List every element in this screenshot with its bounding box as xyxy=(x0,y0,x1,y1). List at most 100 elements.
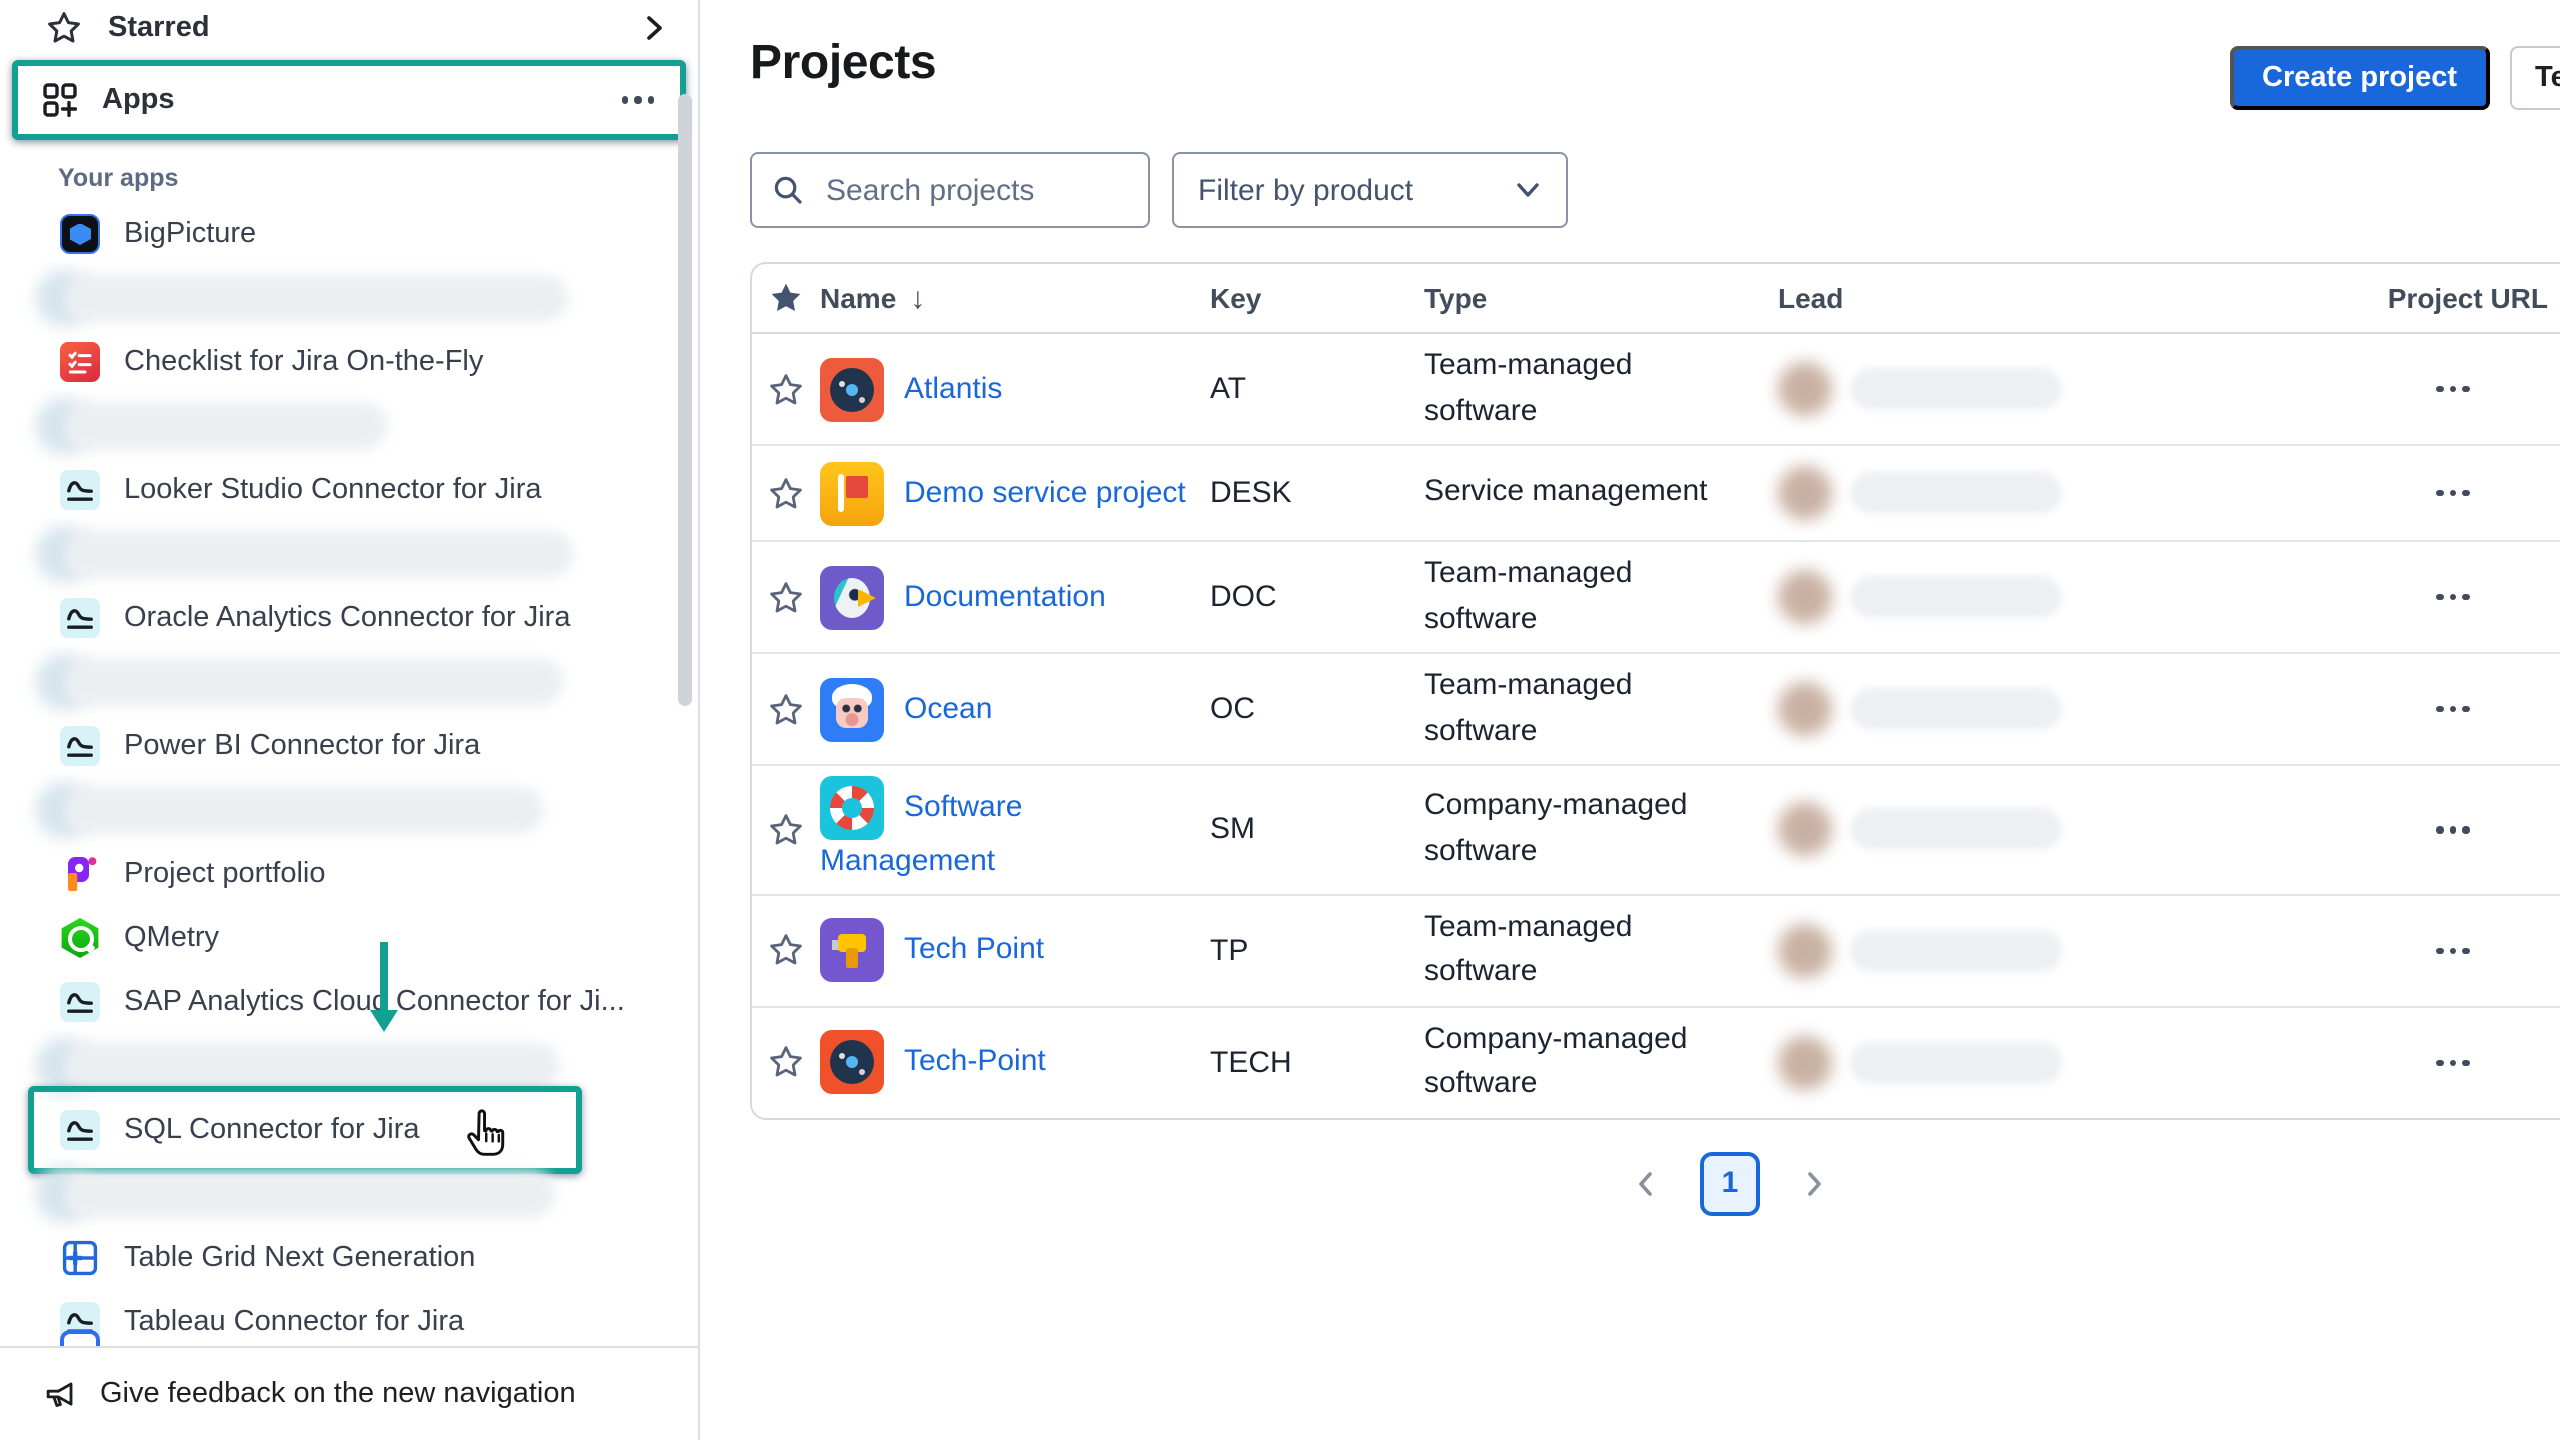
sidebar-item-apps[interactable]: Apps xyxy=(12,60,686,140)
redacted-lead xyxy=(1778,924,2302,978)
project-link[interactable]: Tech Point xyxy=(904,932,1044,966)
star-toggle-icon[interactable] xyxy=(752,475,820,511)
table-row: Tech-Point TECH Company-managed software xyxy=(752,1008,2560,1118)
filter-by-product-select[interactable]: Filter by product xyxy=(1172,152,1568,228)
table-row: Ocean OC Team-managed software xyxy=(752,654,2560,766)
star-toggle-icon[interactable] xyxy=(752,933,820,969)
feedback-footer[interactable]: Give feedback on the new navigation xyxy=(0,1346,698,1440)
column-header-key[interactable]: Key xyxy=(1210,282,1424,314)
project-type: Team-managed software xyxy=(1424,552,1778,642)
sidebar-item-table-grid[interactable]: Table Grid Next Generation xyxy=(0,1226,698,1290)
sidebar-item-powerbi-connector[interactable]: Power BI Connector for Jira xyxy=(0,714,698,778)
star-toggle-icon[interactable] xyxy=(752,812,820,848)
app-label: Project portfolio xyxy=(124,858,326,890)
table-row: Software Management SM Company-managed s… xyxy=(752,766,2560,896)
project-link[interactable]: Documentation xyxy=(904,579,1106,613)
redacted-row xyxy=(0,394,698,458)
feedback-label: Give feedback on the new navigation xyxy=(100,1378,576,1410)
redacted-row xyxy=(0,1162,698,1226)
sidebar-item-sap-connector[interactable]: SAP Analytics Cloud Connector for Ji... xyxy=(0,970,698,1034)
redacted-lead xyxy=(1778,570,2302,624)
previous-page-icon[interactable] xyxy=(1632,1168,1660,1200)
templates-button[interactable]: Templates xyxy=(2509,46,2560,110)
column-header-name[interactable]: Name ↓ xyxy=(820,281,1210,315)
filters-bar: Filter by product xyxy=(750,152,2560,228)
header-actions: Create project Templates xyxy=(2230,46,2560,110)
project-key: TP xyxy=(1210,934,1424,968)
app-label: BigPicture xyxy=(124,218,256,250)
search-projects-box[interactable] xyxy=(750,152,1150,228)
star-toggle-icon[interactable] xyxy=(752,691,820,727)
star-column-header-icon[interactable] xyxy=(752,280,820,316)
app-label: Oracle Analytics Connector for Jira xyxy=(124,602,570,634)
project-link[interactable]: Tech-Point xyxy=(904,1044,1046,1078)
next-page-icon[interactable] xyxy=(1800,1168,1828,1200)
redacted-row xyxy=(0,778,698,842)
search-projects-input[interactable] xyxy=(822,171,1130,209)
project-avatar-yeti xyxy=(820,677,884,741)
annotation-arrow-down xyxy=(380,942,388,1012)
sidebar-item-qmetry[interactable]: QMetry xyxy=(0,906,698,970)
redacted-row xyxy=(0,1034,698,1098)
star-toggle-icon[interactable] xyxy=(752,371,820,407)
sidebar-item-looker-connector[interactable]: Looker Studio Connector for Jira xyxy=(0,458,698,522)
starred-label: Starred xyxy=(108,11,210,43)
avatar xyxy=(1778,570,1832,624)
table-row: Tech Point TP Team-managed software xyxy=(752,896,2560,1008)
column-header-project-url[interactable]: Project URL xyxy=(2302,282,2560,314)
more-actions-icon[interactable] xyxy=(2437,386,2470,393)
redacted-lead xyxy=(1778,1036,2302,1090)
sidebar-item-checklist[interactable]: Checklist for Jira On-the-Fly xyxy=(0,330,698,394)
app-label: Checklist for Jira On-the-Fly xyxy=(124,346,483,378)
column-header-lead[interactable]: Lead xyxy=(1778,282,2302,314)
tablegrid-icon xyxy=(60,1238,100,1278)
project-link[interactable]: Ocean xyxy=(904,691,992,725)
sidebar-item-oracle-connector[interactable]: Oracle Analytics Connector for Jira xyxy=(0,586,698,650)
star-toggle-icon[interactable] xyxy=(752,1045,820,1081)
column-header-type[interactable]: Type xyxy=(1424,282,1778,314)
connector-chart-icon xyxy=(60,598,100,638)
bigpicture-icon xyxy=(60,214,100,254)
redacted-row xyxy=(0,522,698,586)
redacted-lead xyxy=(1778,362,2302,416)
portfolio-icon xyxy=(60,854,100,894)
project-link[interactable]: Demo service project xyxy=(904,475,1186,509)
partially-visible-app-icon xyxy=(60,1330,100,1346)
sidebar-item-project-portfolio[interactable]: Project portfolio xyxy=(0,842,698,906)
project-key: TECH xyxy=(1210,1046,1424,1080)
sidebar-item-starred[interactable]: Starred xyxy=(0,0,698,54)
redacted-row xyxy=(0,266,698,330)
project-key: DESK xyxy=(1210,476,1424,510)
more-actions-icon[interactable] xyxy=(2437,490,2470,497)
checklist-icon xyxy=(60,342,100,382)
project-link[interactable]: Atlantis xyxy=(904,371,1002,405)
chevron-down-icon xyxy=(1514,178,1542,202)
sidebar: Starred Apps Your apps xyxy=(0,0,700,1440)
create-project-button[interactable]: Create project xyxy=(2230,46,2489,110)
more-actions-icon[interactable] xyxy=(2437,706,2470,713)
project-avatar-drill xyxy=(820,919,884,983)
avatar xyxy=(1778,924,1832,978)
project-type: Company-managed software xyxy=(1424,785,1778,875)
redacted-row xyxy=(0,650,698,714)
more-actions-icon[interactable] xyxy=(2437,826,2470,833)
app-label: Power BI Connector for Jira xyxy=(124,730,480,762)
apps-more-actions-icon[interactable] xyxy=(621,97,654,104)
more-actions-icon[interactable] xyxy=(2437,1059,2470,1066)
more-actions-icon[interactable] xyxy=(2437,947,2470,954)
sidebar-item-sql-connector[interactable]: SQL Connector for Jira xyxy=(0,1098,698,1162)
project-key: AT xyxy=(1210,372,1424,406)
sidebar-item-bigpicture[interactable]: BigPicture xyxy=(0,202,698,266)
avatar xyxy=(1778,682,1832,736)
sidebar-scrollbar-thumb[interactable] xyxy=(678,94,692,706)
megaphone-icon xyxy=(44,1377,78,1411)
current-page-button[interactable]: 1 xyxy=(1700,1152,1760,1216)
table-header-row: Name ↓ Key Type Lead Project URL xyxy=(752,264,2560,334)
sidebar-item-tableau-connector[interactable]: Tableau Connector for Jira xyxy=(0,1290,698,1346)
more-actions-icon[interactable] xyxy=(2437,594,2470,601)
redacted-lead xyxy=(1778,466,2302,520)
qmetry-icon xyxy=(60,918,100,958)
chevron-right-icon[interactable] xyxy=(642,13,666,41)
star-toggle-icon[interactable] xyxy=(752,579,820,615)
star-icon xyxy=(46,9,82,45)
